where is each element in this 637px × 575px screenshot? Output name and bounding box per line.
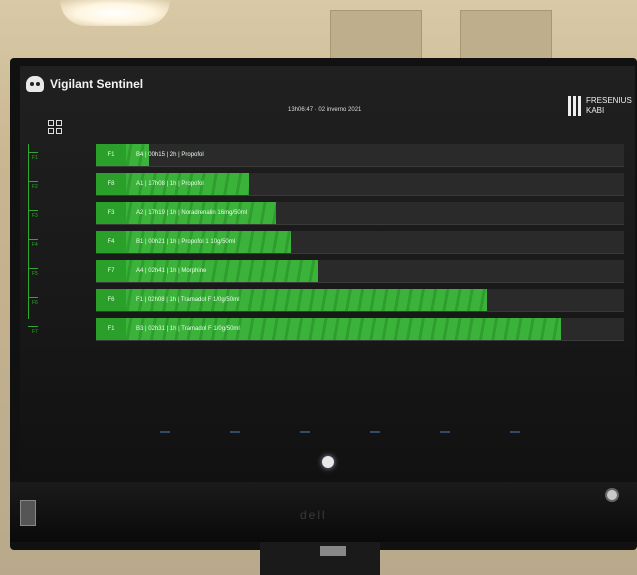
stand-label [320, 546, 346, 556]
infusion-info: A4 | 02h41 | 1h | Morphine [136, 268, 207, 274]
channel-label: F3 [96, 202, 126, 224]
timeline-tick [28, 326, 38, 327]
infusion-track: F1 B4 | 00h15 | 2h | Propofol [96, 144, 624, 167]
pump-row[interactable]: F6 F6 F1 | 02h08 | 1h | Tramadol F 1/0g/50… [20, 289, 635, 315]
timeline-tick [28, 239, 38, 240]
timeline-tick-label: F1 [32, 155, 38, 161]
wall-panel [460, 10, 552, 64]
timeline-tick-label: F6 [32, 300, 38, 306]
channel-label: F1 [96, 144, 126, 166]
sentinel-logo-icon [26, 76, 44, 92]
timeline-tick-label: F2 [32, 184, 38, 190]
infusion-track: F7 A4 | 02h41 | 1h | Morphine [96, 260, 624, 283]
infusion-info: B1 | 00h21 | 1h | Propofol 1 10g/50ml [136, 239, 236, 245]
timeline-tick-label: F3 [32, 213, 38, 219]
side-button[interactable] [20, 500, 36, 526]
pump-row[interactable]: F3 F3 A2 | 17h19 | 1h | Noradrenalin 16mg/… [20, 202, 635, 228]
pointer-cursor [322, 456, 334, 468]
power-button[interactable] [605, 488, 619, 502]
timeline-tick [28, 297, 38, 298]
infusion-info: B4 | 00h15 | 2h | Propofol [136, 152, 204, 158]
monitor-screen: Vigilant Sentinel 13h06:47 · 02 inverno … [20, 66, 635, 480]
vendor-subname: KABI [586, 106, 605, 115]
infusion-track: F6 F1 | 02h08 | 1h | Tramadol F 1/0g/50ml [96, 289, 624, 312]
channel-label: F4 [96, 231, 126, 253]
channel-label: F8 [96, 173, 126, 195]
datetime: 13h06:47 · 02 inverno 2021 [288, 107, 362, 113]
wall-panel [330, 10, 422, 64]
infusion-track: F8 A1 | 17h08 | 1h | Propofol [96, 173, 624, 196]
app-logo: Vigilant Sentinel [26, 76, 143, 92]
vendor-logo: FRESENIUS KABI [568, 96, 632, 116]
timeline-tick-label: F5 [32, 271, 38, 277]
pump-row[interactable]: F4 F4 B1 | 00h21 | 1h | Propofol 1 10g/50m… [20, 231, 635, 257]
channel-label: F7 [96, 260, 126, 282]
infusion-info: B3 | 02h31 | 1h | Tramadol F 1/0g/50ml [136, 326, 240, 332]
infusion-track: F4 B1 | 00h21 | 1h | Propofol 1 10g/50ml [96, 231, 624, 254]
timeline-tick [28, 152, 38, 153]
infusion-info: F1 | 02h08 | 1h | Tramadol F 1/0g/50ml [136, 297, 240, 303]
infusion-info: A1 | 17h08 | 1h | Propofol [136, 181, 204, 187]
infusion-track: F1 B3 | 02h31 | 1h | Tramadol F 1/0g/50ml [96, 318, 624, 341]
infusion-info: A2 | 17h19 | 1h | Noradrenalin 16mg/50ml [136, 210, 248, 216]
timeline-tick [28, 210, 38, 211]
fresenius-logo-icon [568, 96, 582, 116]
timeline-tick-label: F7 [32, 329, 38, 335]
infusion-track: F3 A2 | 17h19 | 1h | Noradrenalin 16mg/50… [96, 202, 624, 225]
pump-row[interactable]: F5 F7 A4 | 02h41 | 1h | Morphine [20, 260, 635, 286]
timeline-tick [28, 181, 38, 182]
monitor-brand: dell [300, 508, 327, 522]
app-title: Vigilant Sentinel [50, 77, 144, 91]
timeline-tick [28, 268, 38, 269]
footer-indicators [140, 431, 580, 437]
channel-label: F6 [96, 289, 126, 311]
pump-row[interactable]: F1 F1 B4 | 00h15 | 2h | Propofol [20, 144, 635, 170]
pump-row[interactable]: F2 F8 A1 | 17h08 | 1h | Propofol [20, 173, 635, 199]
grid-view-icon[interactable] [48, 120, 62, 134]
ceiling-light [60, 0, 170, 26]
infusion-progress-bar [96, 260, 318, 282]
channel-label: F1 [96, 318, 126, 340]
pump-row[interactable]: F7 F1 B3 | 02h31 | 1h | Tramadol F 1/0g/50… [20, 318, 635, 344]
vendor-name: FRESENIUS [586, 96, 632, 105]
timeline-tick-label: F4 [32, 242, 38, 248]
